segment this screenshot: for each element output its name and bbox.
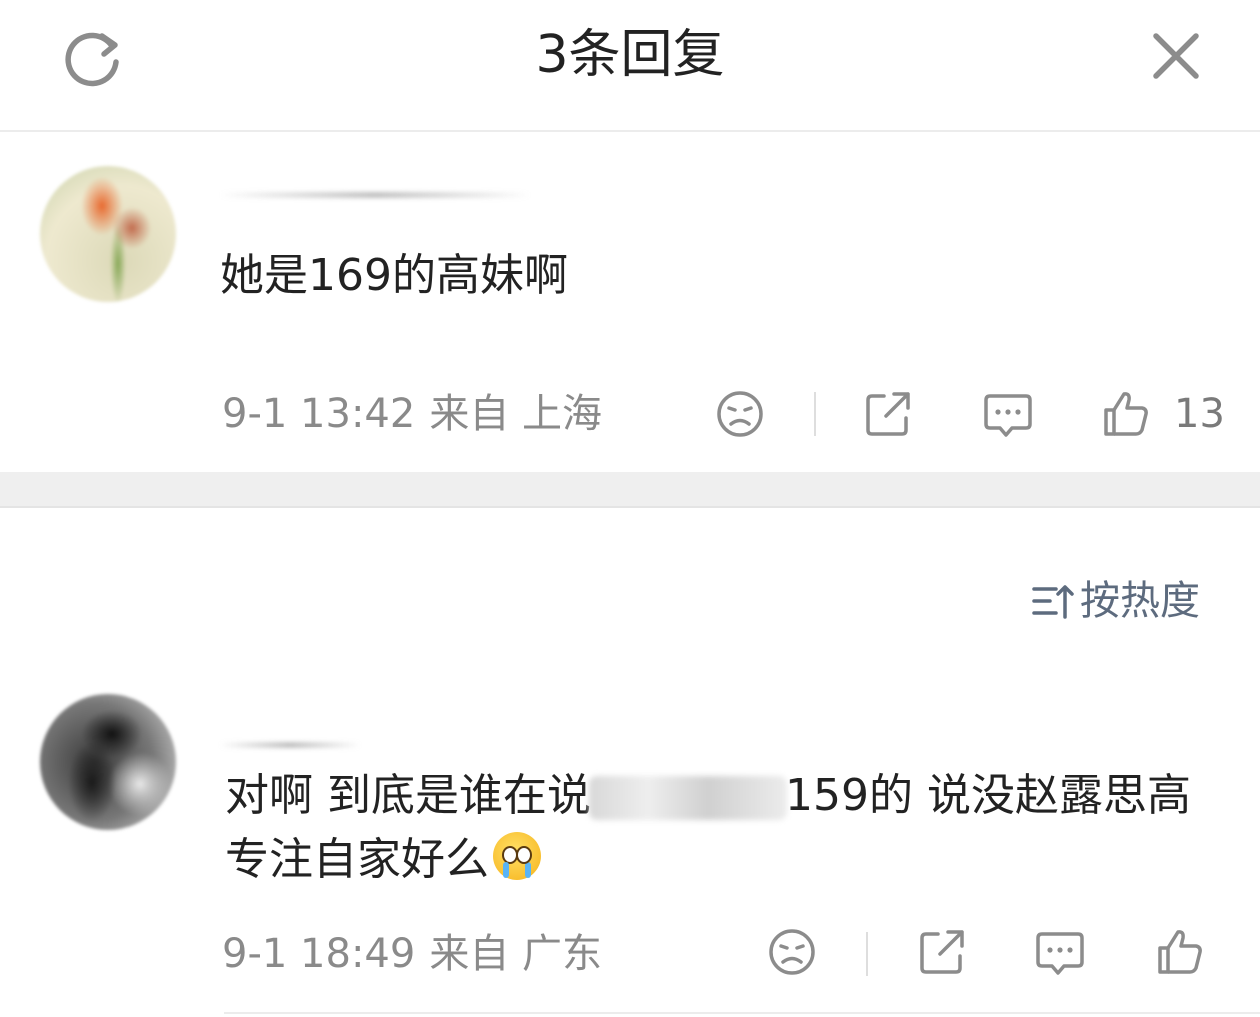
comment-text: 对啊 到底是谁在说 159的 说没赵露思高 专注自家好么: [225, 764, 1215, 892]
comment-date: 9-1 18:49: [222, 931, 416, 977]
avatar[interactable]: [40, 166, 176, 302]
comment-text-part: 对啊 到底是谁在说: [225, 770, 591, 821]
comment-icon[interactable]: [982, 388, 1034, 440]
comment-location: 来自 上海: [429, 391, 603, 437]
comment-meta: 9-1 18:49 来自 广东: [222, 926, 602, 982]
redacted-text: [589, 776, 787, 820]
comment-location: 来自 广东: [429, 931, 603, 977]
username-blurred[interactable]: [220, 742, 360, 748]
like-count: 13: [1174, 391, 1225, 437]
sort-label: 按热度: [1080, 578, 1200, 624]
share-icon[interactable]: [916, 926, 968, 978]
section-separator: [0, 472, 1260, 508]
username-blurred[interactable]: [220, 192, 530, 198]
like-icon[interactable]: [1154, 926, 1206, 978]
list-divider: [224, 1012, 1260, 1014]
close-icon[interactable]: [1148, 28, 1204, 84]
action-divider: [814, 392, 816, 436]
like-icon[interactable]: [1100, 388, 1152, 440]
header-divider: [0, 130, 1260, 132]
sort-button[interactable]: 按热度: [1030, 574, 1200, 628]
comment-meta: 9-1 13:42 来自 上海: [222, 386, 602, 442]
page-title: 3条回复: [535, 25, 725, 85]
share-icon[interactable]: [862, 388, 914, 440]
comment-text: 她是169的高妹啊: [220, 250, 568, 301]
action-divider: [866, 932, 868, 976]
crying-face-emoji-icon: [493, 832, 541, 880]
avatar[interactable]: [40, 694, 176, 830]
sort-icon: [1032, 585, 1074, 619]
comment-icon[interactable]: [1034, 926, 1086, 978]
comment-date: 9-1 13:42: [222, 391, 416, 437]
dislike-icon[interactable]: [714, 388, 766, 440]
dislike-icon[interactable]: [766, 926, 818, 978]
